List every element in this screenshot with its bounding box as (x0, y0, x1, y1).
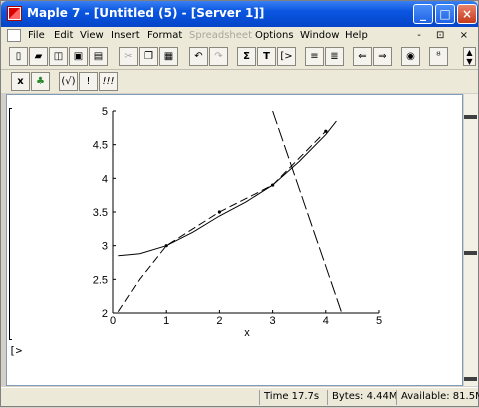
y-tick-label: 4 (102, 173, 108, 185)
x-tick-label: 5 (376, 315, 382, 327)
data-point (164, 244, 168, 248)
y-tick-label: 3 (102, 241, 108, 253)
x-axis-label: x (244, 327, 250, 339)
status-available: Available: 81.5M (396, 390, 479, 405)
status-bar: Time 17.7s Bytes: 4.44M Available: 81.5M (1, 387, 479, 406)
scroll-marker (464, 251, 477, 255)
status-time: Time 17.7s (259, 390, 319, 405)
series-line-2 (117, 130, 327, 312)
y-tick-label: 4.5 (93, 140, 108, 152)
y-tick-label: 2 (102, 308, 108, 320)
scroll-marker (464, 377, 477, 381)
plot-area[interactable]: 0 1 2 3 4 5 2 2.5 3 3.5 4 4.5 5 x (1, 1, 479, 408)
data-point (324, 129, 328, 133)
maple-input-prompt[interactable]: [> (9, 344, 22, 357)
data-point (217, 210, 221, 214)
status-bytes: Bytes: 4.44M (327, 390, 398, 405)
vertical-scrollbar[interactable] (463, 94, 478, 386)
x-tick-label: 0 (110, 315, 116, 327)
x-tick-label: 4 (323, 315, 329, 327)
y-tick-label: 5 (102, 106, 108, 118)
x-tick-label: 1 (163, 315, 169, 327)
y-tick-label: 2.5 (93, 274, 108, 286)
y-tick-label: 3.5 (93, 207, 108, 219)
x-tick-label: 2 (216, 315, 222, 327)
series-line-1 (118, 120, 337, 257)
x-tick-label: 3 (270, 315, 276, 327)
series-line-3 (272, 110, 343, 314)
data-point (271, 183, 275, 187)
scroll-marker (464, 115, 477, 119)
maple-window: Maple 7 - [Untitled (5) - [Server 1]] _ … (0, 0, 479, 407)
